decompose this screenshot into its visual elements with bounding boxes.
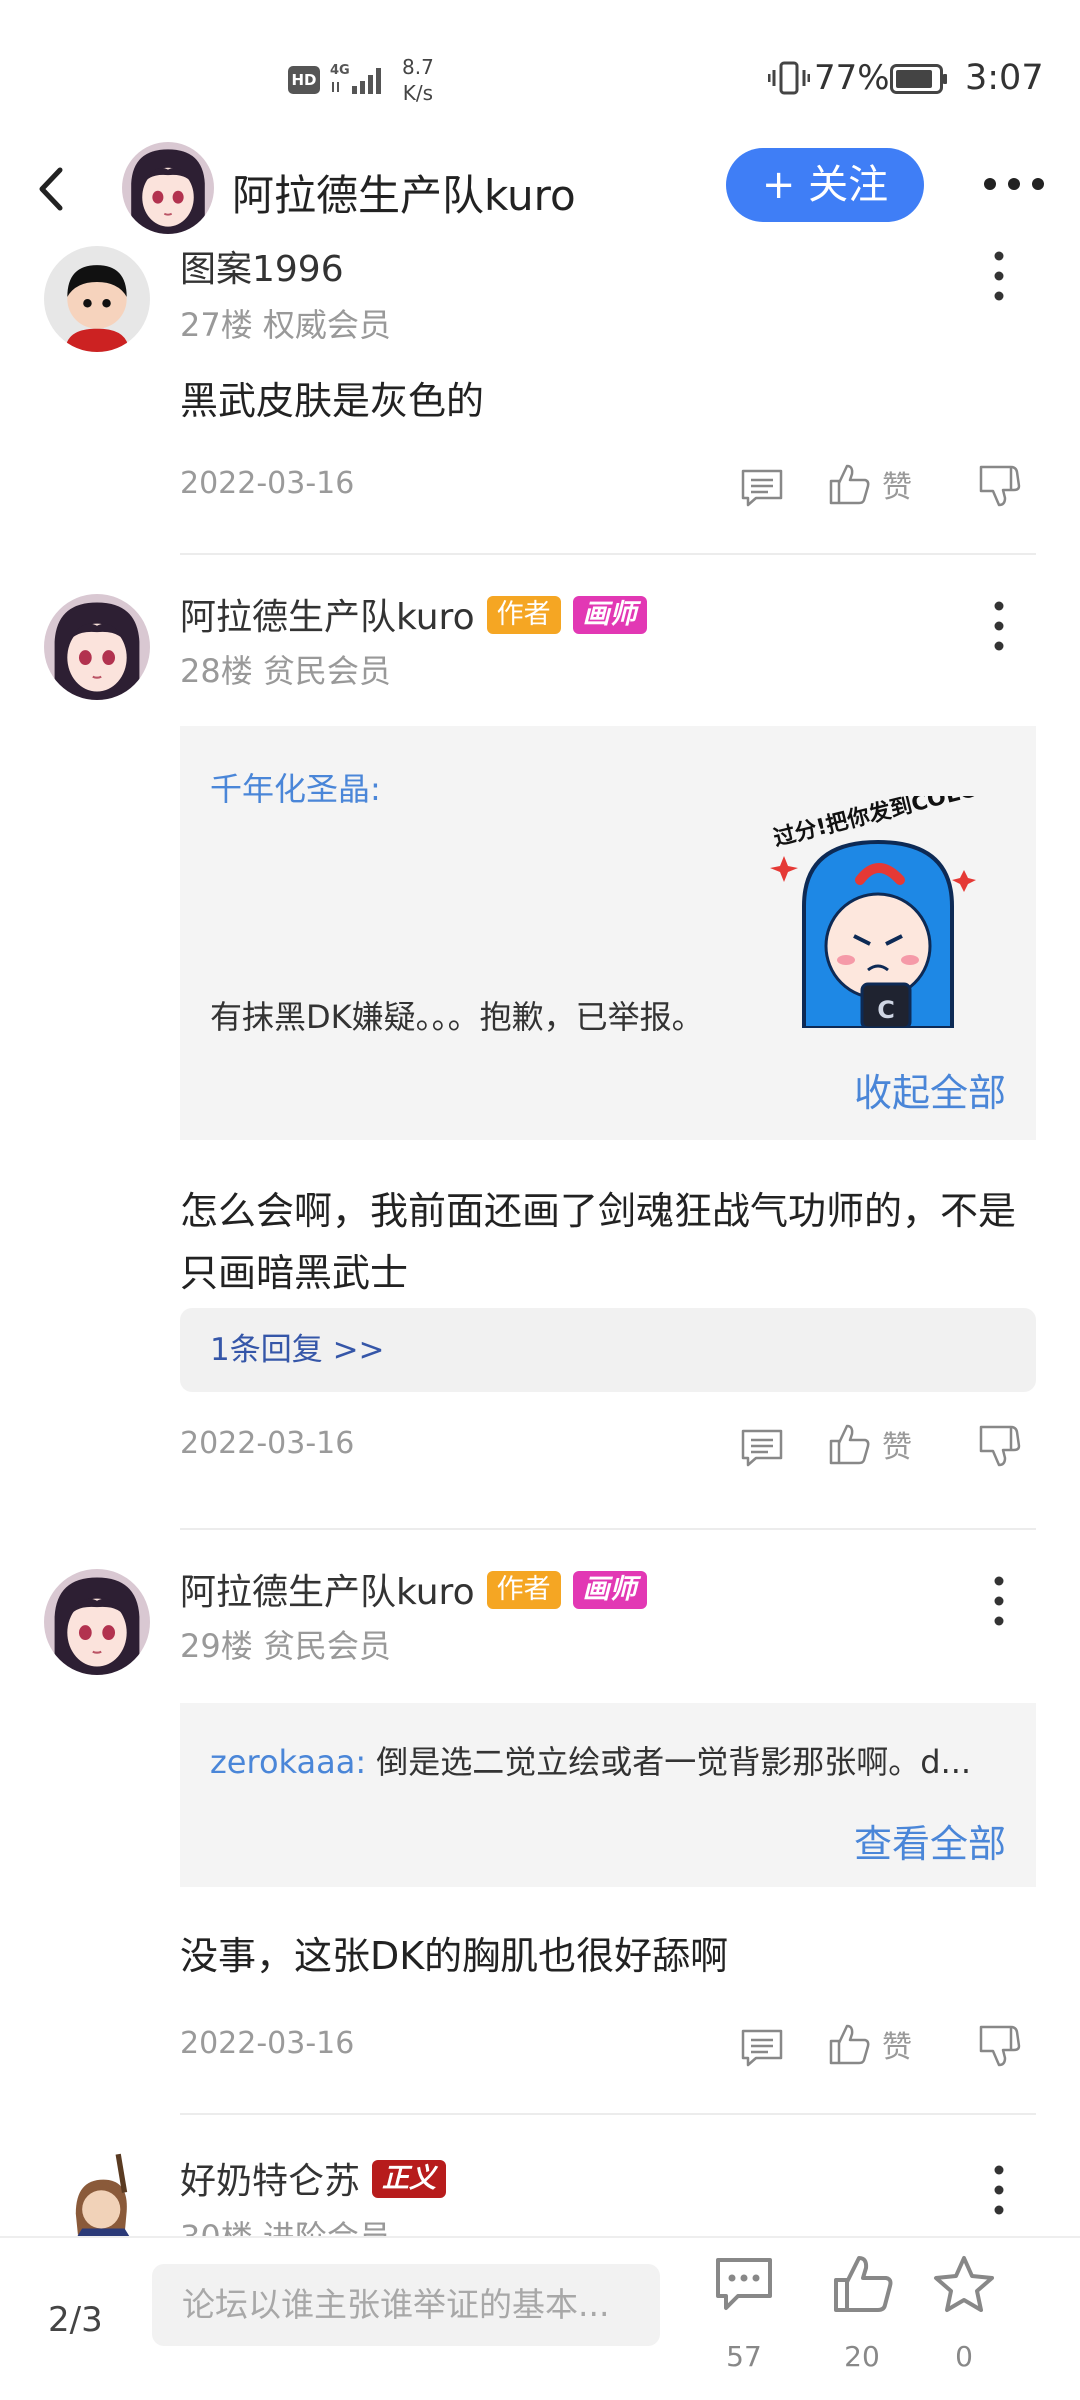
user-avatar[interactable] (44, 2150, 150, 2236)
reply-input[interactable]: 论坛以谁主张谁举证的基本... (152, 2264, 660, 2346)
post-date: 2022-03-16 (180, 466, 355, 501)
user-avatar[interactable] (44, 594, 150, 700)
artist-badge: 画师 (572, 596, 647, 634)
quoted-reply[interactable]: zerokaaa: 倒是选二觉立绘或者一觉背影那张啊。d... 查看全部 (180, 1703, 1036, 1887)
floor-level: 28楼 贫民会员 (180, 652, 391, 690)
post-menu-icon[interactable] (984, 248, 1014, 304)
dislike-icon[interactable] (978, 2024, 1022, 2068)
floor-level: 27楼 权威会员 (180, 306, 391, 344)
post-menu-icon[interactable] (984, 2162, 1014, 2218)
like-icon[interactable] (828, 1422, 872, 1466)
username-text[interactable]: 好奶特仑苏 (180, 2161, 360, 2202)
post-floor-28: 阿拉德生产队kuro 作者 画师 28楼 贫民会员 千年化圣晶: 有抹黑DK嫌疑。。… (0, 580, 1080, 1530)
post-divider (180, 553, 1036, 555)
like-label[interactable]: 赞 (882, 1422, 912, 1466)
like-icon[interactable] (828, 462, 872, 506)
thread-page: HD 4G 8.7 K/s 77% 3:07 阿拉德生产队kuro + 关注 图… (0, 0, 1080, 2400)
post-content: 怎么会啊，我前面还画了剑魂狂战气功师的，不是只画暗黑武士 (180, 1189, 1017, 1295)
network-speed: 8.7 K/s (402, 55, 434, 105)
sticker-image: C 过分!把你发到COLG去! (770, 768, 1011, 1030)
username[interactable]: 阿拉德生产队kuro 作者 画师 (180, 588, 647, 640)
quoted-reply[interactable]: 千年化圣晶: 有抹黑DK嫌疑。。。抱歉，已举报。 C 过分!把你发到COLG去! (180, 726, 1036, 1140)
svg-text:4G: 4G (330, 63, 350, 78)
follow-button[interactable]: + 关注 (726, 148, 924, 222)
comments-count: 57 (726, 2340, 762, 2373)
battery-icon (890, 64, 947, 94)
author-badge: 作者 (486, 1571, 561, 1609)
view-replies-link[interactable]: 1条回复 >> (180, 1308, 1036, 1392)
likes-count: 20 (844, 2340, 880, 2373)
favorite-star-icon[interactable] (932, 2254, 996, 2314)
view-all-quote-link[interactable]: 查看全部 (854, 1813, 1006, 1868)
username[interactable]: 阿拉德生产队kuro 作者 画师 (180, 1563, 647, 1615)
username[interactable]: 好奶特仑苏 正义 (180, 2152, 447, 2204)
clock: 3:07 (965, 58, 1044, 98)
like-label[interactable]: 赞 (882, 2022, 912, 2066)
post-floor-29: 阿拉德生产队kuro 作者 画师 29楼 贫民会员 zerokaaa: 倒是选二觉立… (0, 1555, 1080, 2115)
comment-icon[interactable] (740, 2028, 784, 2068)
author-avatar[interactable] (122, 142, 214, 234)
username-text[interactable]: 阿拉德生产队kuro (180, 1572, 475, 1613)
justice-badge: 正义 (372, 2160, 447, 2198)
sticker-logo: C (877, 996, 895, 1024)
favorites-count: 0 (955, 2340, 973, 2373)
like-icon[interactable] (832, 2254, 896, 2314)
dislike-icon[interactable] (978, 464, 1022, 508)
user-avatar[interactable] (44, 1569, 150, 1675)
post-date: 2022-03-16 (180, 1426, 355, 1461)
username[interactable]: 图案1996 (180, 240, 344, 292)
more-options-icon[interactable] (978, 162, 1050, 206)
hd-indicator: HD (288, 66, 320, 94)
comments-icon[interactable] (712, 2254, 776, 2314)
post-divider (180, 1528, 1036, 1530)
post-divider (180, 2113, 1036, 2115)
comment-icon[interactable] (740, 468, 784, 508)
bottom-bar: 2/3 论坛以谁主张谁举证的基本... 57 20 0 (0, 2236, 1080, 2400)
artist-badge: 画师 (572, 1571, 647, 1609)
post-content: 没事，这张DK的胸肌也很好舔啊 (180, 1934, 729, 1978)
collapse-quote-link[interactable]: 收起全部 (854, 1062, 1006, 1117)
author-badge: 作者 (486, 596, 561, 634)
quote-line: zerokaaa: 倒是选二觉立绘或者一觉背影那张啊。d... (210, 1737, 971, 1783)
quote-author[interactable]: zerokaaa: (210, 1743, 366, 1781)
comment-icon[interactable] (740, 1428, 784, 1468)
post-floor-30: 好奶特仑苏正义 30楼 进阶会员 (0, 2140, 1080, 2236)
status-bar: HD 4G 8.7 K/s 77% 3:07 (0, 0, 1080, 150)
user-avatar[interactable] (44, 246, 150, 352)
thread-header: 阿拉德生产队kuro + 关注 (0, 140, 1080, 240)
post-floor-27: 图案1996 27楼 权威会员 黑武皮肤是灰色的 2022-03-16 赞 (0, 240, 1080, 560)
floor-level: 29楼 贫民会员 (180, 1627, 391, 1665)
quote-text: 倒是选二觉立绘或者一觉背影那张啊。d... (366, 1743, 972, 1781)
dislike-icon[interactable] (978, 1424, 1022, 1468)
post-menu-icon[interactable] (984, 598, 1014, 654)
username-text[interactable]: 阿拉德生产队kuro (180, 597, 475, 638)
author-name[interactable]: 阿拉德生产队kuro (232, 162, 576, 223)
post-date: 2022-03-16 (180, 2026, 355, 2061)
vibrate-icon (768, 61, 810, 95)
floor-level: 30楼 进阶会员 (180, 2212, 391, 2236)
like-label[interactable]: 赞 (882, 462, 912, 506)
post-menu-icon[interactable] (984, 1573, 1014, 1629)
quote-text: 有抹黑DK嫌疑。。。抱歉，已举报。 (210, 998, 704, 1036)
signal-icon: 4G (330, 63, 381, 94)
quote-author[interactable]: 千年化圣晶: (210, 764, 381, 810)
battery-percent: 77% (814, 58, 890, 98)
like-icon[interactable] (828, 2022, 872, 2066)
page-indicator[interactable]: 2/3 (48, 2300, 103, 2340)
back-arrow-icon[interactable] (32, 164, 72, 214)
post-content: 黑武皮肤是灰色的 (180, 379, 485, 423)
